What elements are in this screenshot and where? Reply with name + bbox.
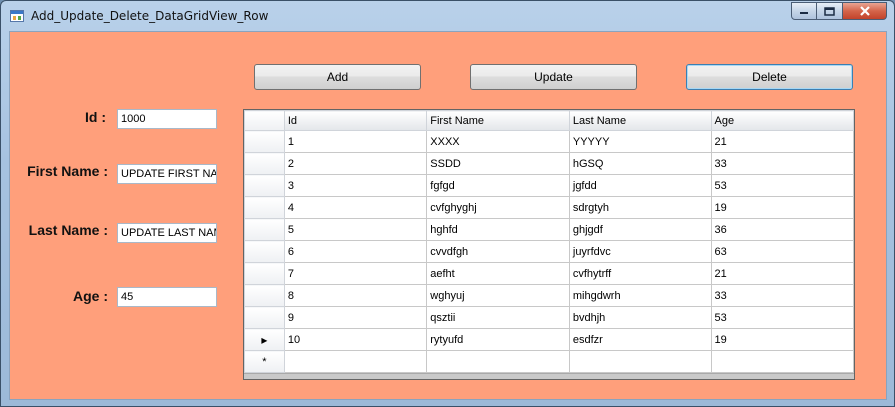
title-bar[interactable]: Add_Update_Delete_DataGridView_Row — [1, 1, 894, 31]
minimize-icon — [800, 12, 808, 14]
cell-first-name[interactable]: wghyuj — [426, 284, 570, 307]
new-row-cell[interactable] — [568, 350, 712, 373]
row-header[interactable] — [244, 240, 285, 263]
cell-last-name[interactable]: cvfhytrff — [568, 262, 712, 285]
first-name-label: First Name : — [27, 163, 108, 179]
delete-button[interactable]: Delete — [686, 64, 853, 90]
new-row-cell[interactable] — [710, 350, 854, 373]
app-icon — [10, 10, 24, 22]
table-row[interactable]: 1 XXXX YYYYY 21 — [244, 130, 854, 153]
cell-id[interactable]: 1 — [283, 130, 428, 153]
cell-last-name[interactable]: mihgdwrh — [568, 284, 712, 307]
cell-id[interactable]: 5 — [283, 218, 428, 241]
cell-age[interactable]: 33 — [710, 284, 854, 307]
table-row[interactable]: 9 qsztii bvdhjh 53 — [244, 306, 854, 329]
cell-last-name[interactable]: juyrfdvc — [568, 240, 712, 263]
cell-id[interactable]: 7 — [283, 262, 428, 285]
cell-first-name[interactable]: hghfd — [426, 218, 570, 241]
maximize-icon — [824, 6, 835, 16]
age-field[interactable]: 45 — [117, 287, 217, 307]
table-row[interactable]: ▸ 10 rytyufd esdfzr 19 — [244, 328, 854, 351]
cell-last-name[interactable]: sdrgtyh — [568, 196, 712, 219]
row-header[interactable] — [244, 284, 285, 307]
grid-header-row: Id First Name Last Name Age — [244, 110, 854, 131]
cell-age[interactable]: 19 — [710, 196, 854, 219]
table-row[interactable]: 8 wghyuj mihgdwrh 33 — [244, 284, 854, 307]
cell-age[interactable]: 21 — [710, 130, 854, 153]
cell-id[interactable]: 2 — [283, 152, 428, 175]
cell-last-name[interactable]: bvdhjh — [568, 306, 712, 329]
close-icon — [859, 6, 870, 16]
row-header[interactable] — [244, 174, 285, 197]
data-grid[interactable]: Id First Name Last Name Age 1 XXXX YYYYY 21… — [243, 109, 855, 380]
cell-id[interactable]: 6 — [283, 240, 428, 263]
cell-first-name[interactable]: SSDD — [426, 152, 570, 175]
row-header[interactable] — [244, 306, 285, 329]
cell-age[interactable]: 53 — [710, 174, 854, 197]
column-header-age[interactable]: Age — [710, 110, 854, 131]
cell-last-name[interactable]: ghjgdf — [568, 218, 712, 241]
first-name-field[interactable]: UPDATE FIRST NAME — [117, 164, 217, 184]
cell-age[interactable]: 63 — [710, 240, 854, 263]
cell-age[interactable]: 53 — [710, 306, 854, 329]
id-field[interactable]: 1000 — [117, 109, 217, 129]
column-header-last-name[interactable]: Last Name — [568, 110, 712, 131]
minimize-button[interactable] — [791, 2, 817, 20]
id-label: Id : — [85, 109, 106, 125]
new-row-cell[interactable] — [426, 350, 570, 373]
cell-id[interactable]: 9 — [283, 306, 428, 329]
cell-age[interactable]: 33 — [710, 152, 854, 175]
cell-id[interactable]: 10 — [283, 328, 428, 351]
cell-age[interactable]: 19 — [710, 328, 854, 351]
cell-first-name[interactable]: aefht — [426, 262, 570, 285]
cell-id[interactable]: 8 — [283, 284, 428, 307]
row-header[interactable] — [244, 130, 285, 153]
cell-last-name[interactable]: hGSQ — [568, 152, 712, 175]
last-name-field[interactable]: UPDATE LAST NAME — [117, 223, 217, 243]
grid-bottom-edge — [244, 374, 854, 379]
table-row[interactable]: 2 SSDD hGSQ 33 — [244, 152, 854, 175]
new-row-cell[interactable] — [283, 350, 428, 373]
cell-first-name[interactable]: rytyufd — [426, 328, 570, 351]
column-header-id[interactable]: Id — [283, 110, 428, 131]
app-window: Add_Update_Delete_DataGridView_Row Id : … — [0, 0, 895, 407]
cell-last-name[interactable]: jgfdd — [568, 174, 712, 197]
table-row[interactable]: 4 cvfghyghj sdrgtyh 19 — [244, 196, 854, 219]
window-title: Add_Update_Delete_DataGridView_Row — [31, 9, 269, 23]
add-button[interactable]: Add — [254, 64, 421, 90]
cell-last-name[interactable]: esdfzr — [568, 328, 712, 351]
table-row[interactable]: 7 aefht cvfhytrff 21 — [244, 262, 854, 285]
form-client-area: Id : 1000 First Name : UPDATE FIRST NAME… — [9, 31, 887, 400]
table-row[interactable]: 5 hghfd ghjgdf 36 — [244, 218, 854, 241]
cell-last-name[interactable]: YYYYY — [568, 130, 712, 153]
close-button[interactable] — [843, 2, 887, 20]
row-header[interactable] — [244, 218, 285, 241]
row-header[interactable] — [244, 196, 285, 219]
new-row[interactable]: * — [244, 350, 854, 373]
cell-first-name[interactable]: cvfghyghj — [426, 196, 570, 219]
table-row[interactable]: 6 cvvdfgh juyrfdvc 63 — [244, 240, 854, 263]
new-row-asterisk-icon[interactable]: * — [244, 350, 285, 373]
age-label: Age : — [73, 288, 108, 304]
cell-first-name[interactable]: qsztii — [426, 306, 570, 329]
update-button[interactable]: Update — [470, 64, 637, 90]
maximize-button[interactable] — [817, 2, 843, 20]
cell-age[interactable]: 21 — [710, 262, 854, 285]
cell-age[interactable]: 36 — [710, 218, 854, 241]
cell-id[interactable]: 4 — [283, 196, 428, 219]
cell-first-name[interactable]: cvvdfgh — [426, 240, 570, 263]
row-header-corner[interactable] — [244, 110, 285, 131]
table-row[interactable]: 3 fgfgd jgfdd 53 — [244, 174, 854, 197]
cell-first-name[interactable]: fgfgd — [426, 174, 570, 197]
last-name-label: Last Name : — [28, 222, 108, 238]
current-row-indicator-icon[interactable]: ▸ — [244, 328, 285, 351]
cell-first-name[interactable]: XXXX — [426, 130, 570, 153]
row-header[interactable] — [244, 262, 285, 285]
row-header[interactable] — [244, 152, 285, 175]
grid-table: Id First Name Last Name Age 1 XXXX YYYYY 21… — [244, 110, 854, 373]
cell-id[interactable]: 3 — [283, 174, 428, 197]
column-header-first-name[interactable]: First Name — [426, 110, 570, 131]
